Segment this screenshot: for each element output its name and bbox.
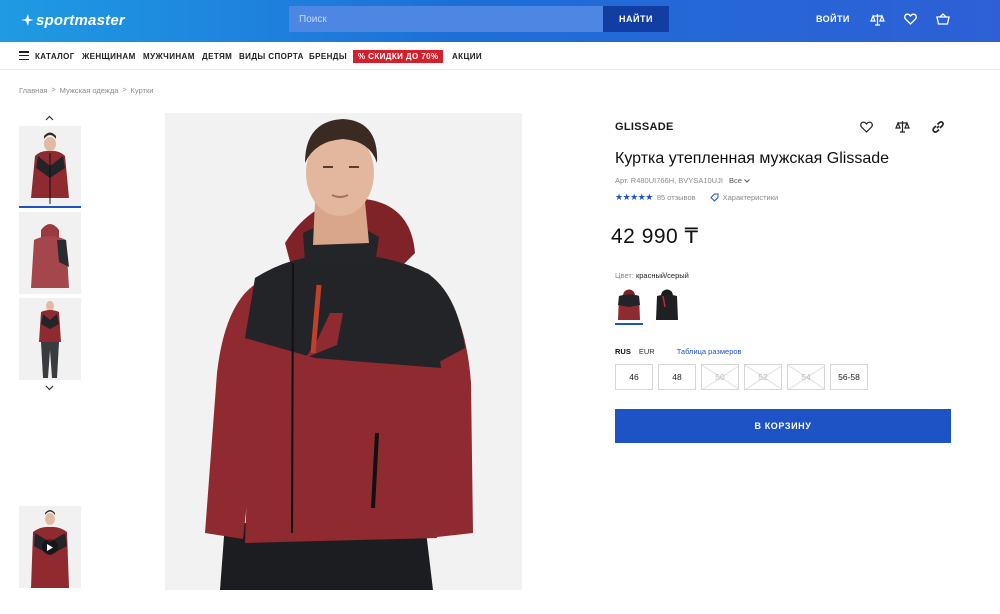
breadcrumb-home[interactable]: Главная [19,86,48,95]
logo-star-icon [21,14,34,26]
size-table-link[interactable]: Таблица размеров [677,347,742,356]
nav-sports[interactable]: ВИДЫ СПОРТА [239,52,304,61]
login-link[interactable]: ВОЙТИ [816,14,850,24]
color-label-prefix: Цвет: [615,271,634,280]
color-value: красный/серый [635,271,689,280]
nav-promo[interactable]: АКЦИИ [452,52,482,61]
favorites-heart-icon[interactable] [902,11,918,27]
size-label: 48 [672,372,682,382]
rating-stars: ★★★★★ [615,192,653,202]
breadcrumb: Главная > Мужская одежда > Куртки [19,86,153,95]
product-main-image[interactable] [165,113,522,590]
chevron-right-icon: > [122,87,127,94]
size-option[interactable]: 46 [615,364,653,390]
nav-brands[interactable]: БРЕНДЫ [309,52,347,61]
search-button[interactable]: НАЙТИ [603,6,669,32]
gallery-thumb-front[interactable] [19,126,81,208]
product-price: 42 990 ₸ [611,225,699,248]
nav-kids[interactable]: ДЕТЯМ [202,52,232,61]
gallery-thumb-video[interactable] [19,506,81,588]
size-label: 54 [801,372,811,382]
color-swatch-black-red[interactable] [653,287,681,325]
chevron-down-icon [744,179,750,183]
add-to-cart-button[interactable]: В КОРЗИНУ [615,409,951,443]
tag-icon [709,193,719,202]
size-option-unavailable[interactable]: 50 [701,364,739,390]
size-option-unavailable[interactable]: 54 [787,364,825,390]
add-to-favorites-heart-icon[interactable] [860,120,874,134]
size-option[interactable]: 56-58 [830,364,868,390]
main-nav: КАТАЛОГ ЖЕНЩИНАМ МУЖЧИНАМ ДЕТЯМ ВИДЫ СПО… [0,42,1000,70]
product-title: Куртка утепленная мужская Glissade [615,150,890,167]
gallery-thumb-full[interactable] [19,298,81,380]
product-rating: ★★★★★ 85 отзывов Характеристики [615,192,778,203]
nav-catalog[interactable]: КАТАЛОГ [35,52,75,61]
nav-women[interactable]: ЖЕНЩИНАМ [82,52,136,61]
size-option-unavailable[interactable]: 52 [744,364,782,390]
search-input[interactable] [289,6,603,32]
breadcrumb-mens-clothing[interactable]: Мужская одежда [60,86,119,95]
logo-text: sportmaster [36,11,125,29]
characteristics-label: Характеристики [722,193,779,202]
color-swatch-red-grey[interactable] [615,287,643,325]
menu-burger-icon[interactable] [19,51,29,61]
chevron-up-icon[interactable] [45,113,54,123]
nav-sale-badge[interactable]: % СКИДКИ ДО 70% [353,50,444,63]
product-sku: Арт. R480UI766H, BVYSA10UJI Все [615,176,750,185]
sku-text: Арт. R480UI766H, BVYSA10UJI [615,176,723,185]
compare-product-icon[interactable] [895,120,910,134]
breadcrumb-jackets[interactable]: Куртки [130,86,153,95]
size-label: 56-58 [838,372,860,382]
size-label: 50 [715,372,725,382]
sku-all-toggle[interactable]: Все [729,176,750,185]
reviews-link[interactable]: 85 отзывов [657,193,696,202]
chevron-down-icon[interactable] [45,383,54,393]
color-label: Цвет: красный/серый [615,271,689,280]
sportmaster-logo[interactable]: sportmaster [20,10,125,30]
size-system-tabs: RUS EUR Таблица размеров [615,347,742,356]
site-header: sportmaster НАЙТИ ВОЙТИ [0,0,1000,42]
basket-icon[interactable] [935,11,951,27]
size-label: 52 [758,372,768,382]
play-icon [42,539,58,555]
product-brand[interactable]: GLISSADE [615,121,674,133]
sku-all-label: Все [729,176,742,185]
gallery-thumb-back[interactable] [19,212,81,294]
size-label: 46 [629,372,639,382]
size-tab-eur[interactable]: EUR [639,347,655,356]
size-option[interactable]: 48 [658,364,696,390]
nav-men[interactable]: МУЖЧИНАМ [143,52,195,61]
size-tab-rus[interactable]: RUS [615,347,631,356]
characteristics-link[interactable]: Характеристики [709,193,779,202]
chevron-right-icon: > [51,87,56,94]
compare-icon[interactable] [869,11,885,27]
share-link-icon[interactable] [931,120,945,134]
